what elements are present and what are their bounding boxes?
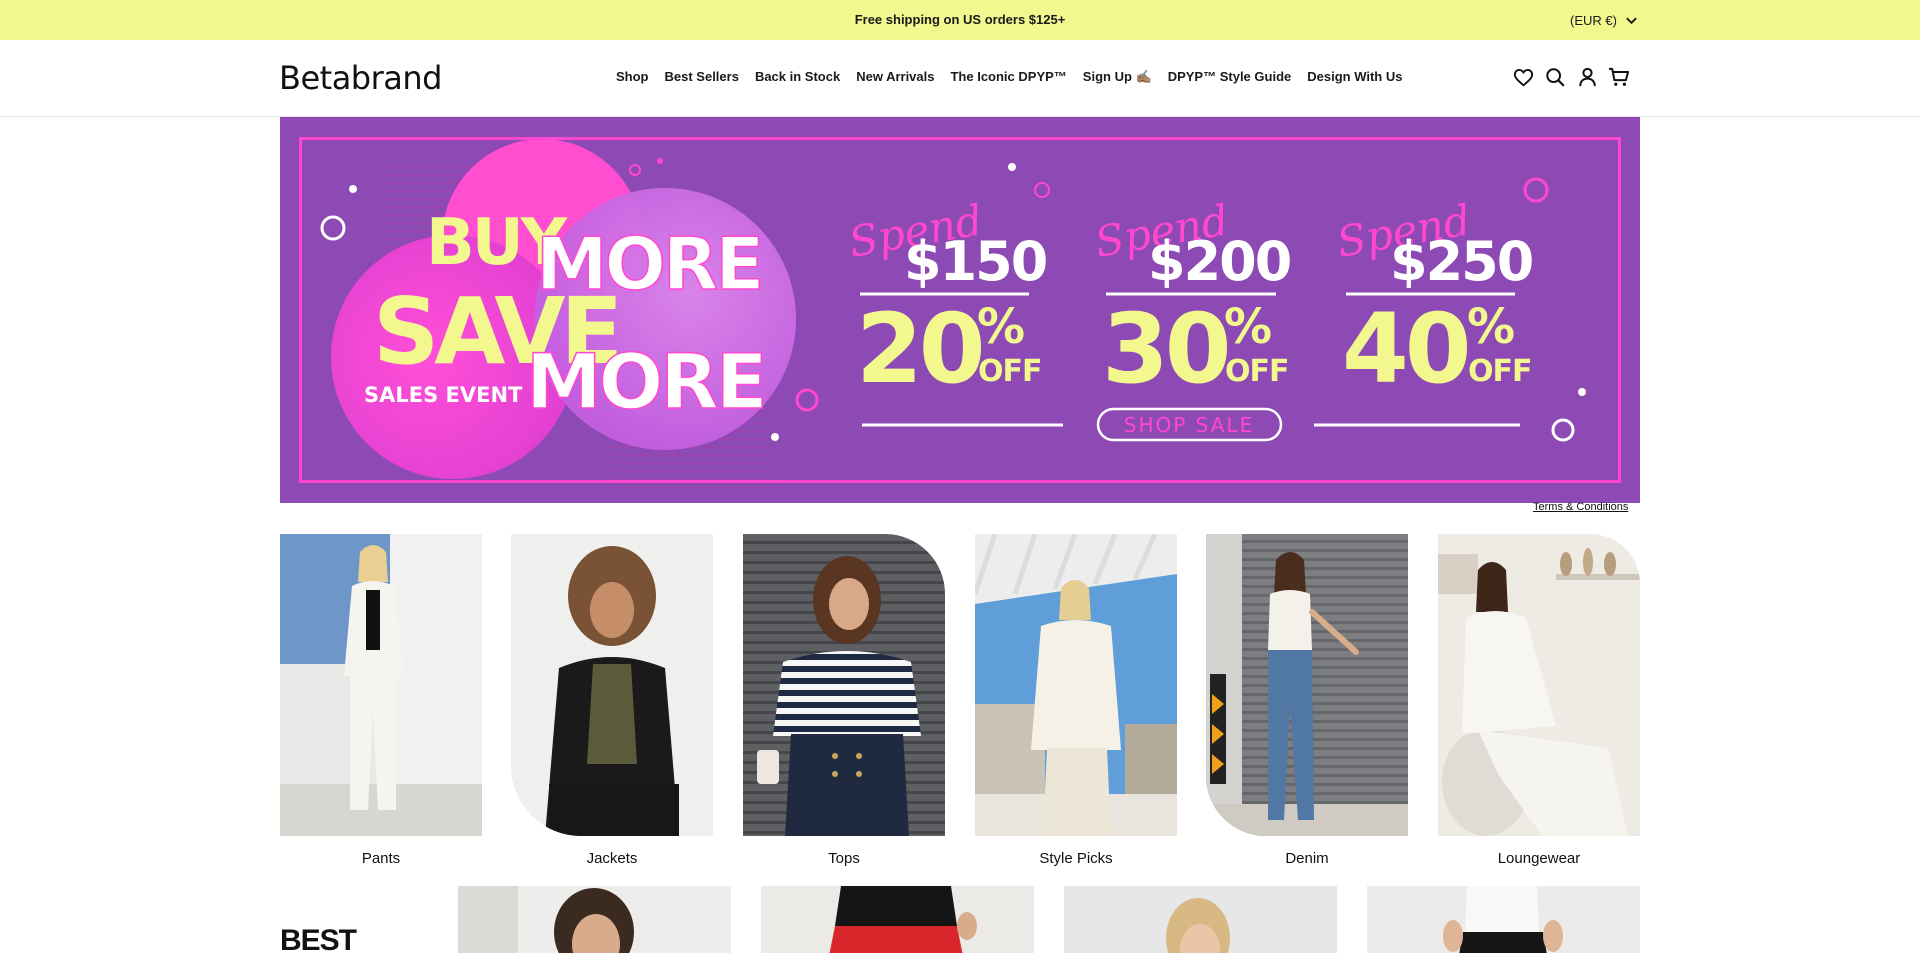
category-label: Loungewear — [1497, 850, 1581, 867]
nav-item-style-guide[interactable]: DPYP™ Style Guide — [1168, 69, 1292, 85]
category-image — [743, 534, 945, 836]
product-card[interactable] — [1367, 886, 1640, 953]
category-tile-jackets[interactable]: Jackets — [511, 534, 713, 867]
category-tile-style-picks[interactable]: Style Picks — [975, 534, 1177, 867]
cart-button[interactable] — [1608, 65, 1630, 89]
category-image — [280, 534, 482, 836]
category-image — [1438, 534, 1640, 836]
product-image — [761, 886, 1034, 953]
product-image — [1367, 886, 1640, 953]
heart-icon — [1513, 68, 1533, 86]
category-tile-pants[interactable]: Pants — [280, 534, 482, 867]
product-card[interactable] — [761, 886, 1034, 953]
category-image — [975, 534, 1177, 836]
currency-label: (EUR €) — [1570, 12, 1617, 28]
nav-item-back-in-stock[interactable]: Back in Stock — [755, 69, 840, 85]
nav-item-sign-up[interactable]: Sign Up ✍🏽 — [1083, 69, 1152, 85]
category-label: Denim — [1285, 850, 1329, 867]
currency-selector[interactable]: (EUR €) — [1570, 10, 1638, 30]
category-tile-tops[interactable]: Tops — [743, 534, 945, 867]
category-tile-loungewear[interactable]: Loungewear — [1438, 534, 1640, 867]
product-card[interactable] — [458, 886, 731, 953]
category-label: Style Picks — [1039, 850, 1113, 867]
chevron-down-icon — [1626, 17, 1637, 24]
category-image — [1206, 534, 1408, 836]
wishlist-button[interactable] — [1512, 65, 1534, 89]
category-label: Pants — [361, 850, 401, 867]
brand-logo[interactable]: Betabrand — [279, 59, 442, 97]
nav-item-design-with-us[interactable]: Design With Us — [1307, 69, 1402, 85]
nav-item-new-arrivals[interactable]: New Arrivals — [856, 69, 934, 85]
nav-item-best-sellers[interactable]: Best Sellers — [665, 69, 739, 85]
main-nav: Shop Best Sellers Back in Stock New Arri… — [616, 69, 1402, 85]
nav-item-iconic-dpyp[interactable]: The Iconic DPYP™ — [950, 69, 1066, 85]
account-icon — [1578, 67, 1596, 87]
account-button[interactable] — [1576, 65, 1598, 89]
best-sellers-title: BEST — [280, 924, 357, 953]
search-icon — [1546, 68, 1565, 87]
search-button[interactable] — [1544, 65, 1566, 89]
terms-conditions-link[interactable]: Terms & Conditions — [1533, 501, 1628, 513]
product-image — [1064, 886, 1337, 953]
category-label: Tops — [828, 850, 860, 867]
product-card[interactable] — [1064, 886, 1337, 953]
category-tile-denim[interactable]: Denim — [1206, 534, 1408, 867]
cart-icon — [1609, 67, 1630, 86]
product-image — [458, 886, 731, 953]
header-icons — [1512, 65, 1630, 89]
category-image — [511, 534, 713, 836]
category-label: Jackets — [586, 850, 638, 867]
hero-banner[interactable]: BUY SAVE MORE MORE SALES EVENT Spend $15… — [280, 117, 1640, 503]
hero-border — [299, 137, 1621, 483]
site-header: Betabrand Shop Best Sellers Back in Stoc… — [0, 40, 1920, 117]
announcement-bar: Free shipping on US orders $125+ (EUR €) — [0, 0, 1920, 40]
category-grid: Pants Jackets Tops Style Picks Denim Lou… — [280, 534, 1640, 874]
nav-item-shop[interactable]: Shop — [616, 69, 649, 85]
